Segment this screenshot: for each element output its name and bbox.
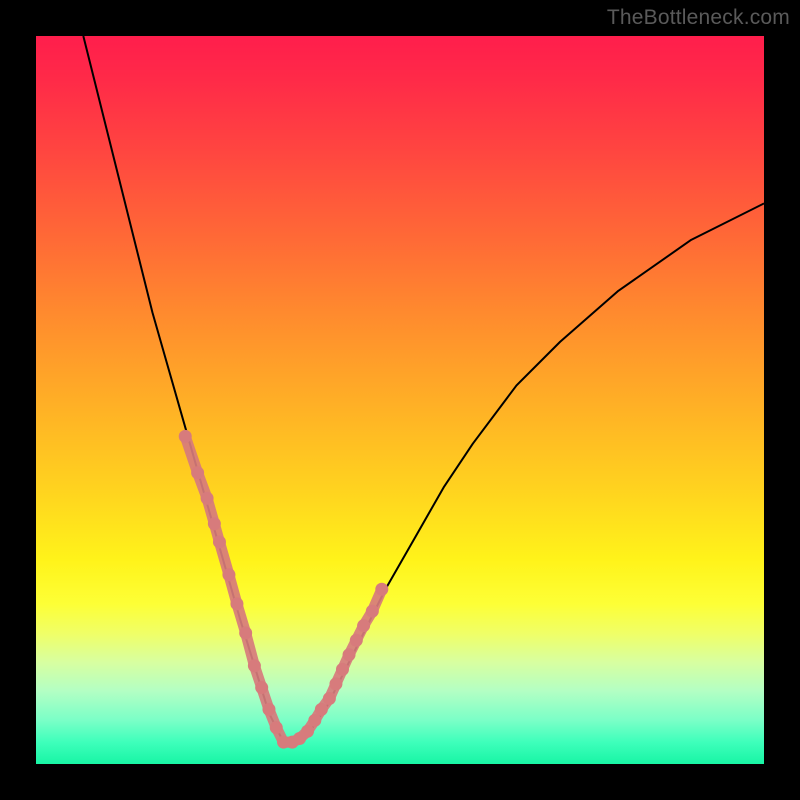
highlight-layer	[179, 430, 389, 749]
bottleneck-curve	[83, 36, 764, 742]
chart-svg	[36, 36, 764, 764]
highlight-dot	[270, 721, 283, 734]
curve-layer	[83, 36, 764, 742]
chart-frame: TheBottleneck.com	[0, 0, 800, 800]
highlight-dot	[230, 597, 243, 610]
highlight-dot	[208, 517, 221, 530]
highlight-dot	[323, 692, 336, 705]
highlight-dot	[191, 466, 204, 479]
highlight-dot	[329, 677, 342, 690]
plot-area	[36, 36, 764, 764]
highlight-dot	[213, 535, 226, 548]
highlight-segment	[185, 436, 382, 742]
watermark-text: TheBottleneck.com	[607, 6, 790, 30]
highlight-dot	[262, 703, 275, 716]
highlight-dot	[248, 659, 261, 672]
highlight-dot	[201, 492, 214, 505]
highlight-dot	[239, 626, 252, 639]
highlight-dot	[308, 714, 321, 727]
highlight-dot	[375, 583, 388, 596]
highlight-dot	[301, 725, 314, 738]
highlight-dot	[179, 430, 192, 443]
highlight-dot	[222, 568, 235, 581]
highlight-dot	[343, 648, 356, 661]
highlight-dot	[336, 663, 349, 676]
highlight-dot	[350, 634, 363, 647]
highlight-dot	[255, 681, 268, 694]
highlight-dot	[357, 619, 370, 632]
highlight-dot	[366, 605, 379, 618]
highlight-dot	[315, 703, 328, 716]
